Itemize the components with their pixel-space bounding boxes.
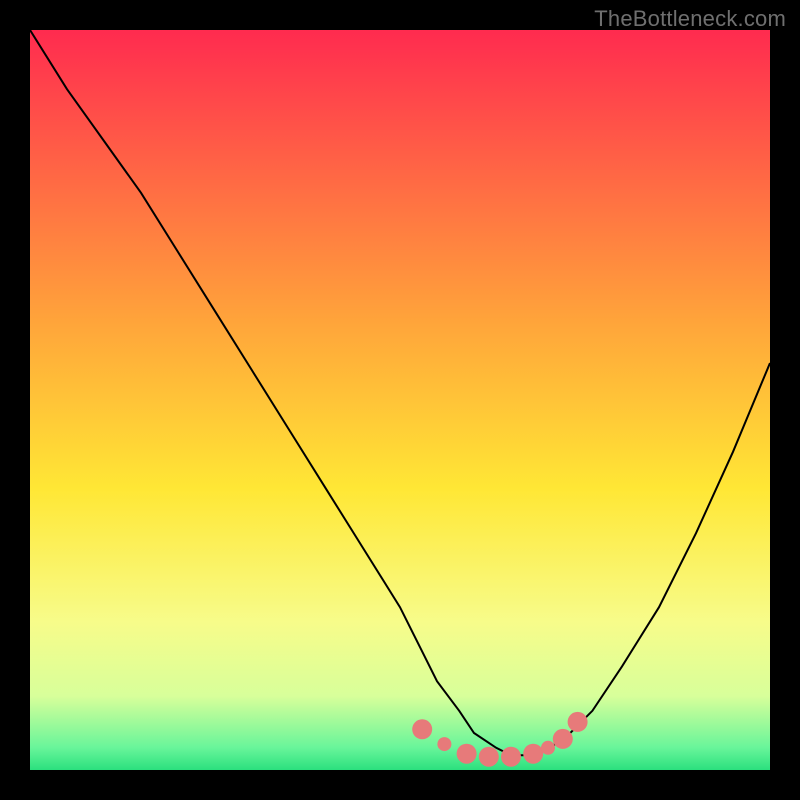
marker-dot bbox=[553, 729, 573, 749]
marker-dot bbox=[479, 747, 499, 767]
marker-dot bbox=[523, 744, 543, 764]
plot-area bbox=[30, 30, 770, 770]
marker-dot bbox=[568, 712, 588, 732]
chart-canvas bbox=[30, 30, 770, 770]
watermark-text: TheBottleneck.com bbox=[594, 6, 786, 32]
marker-dot bbox=[501, 747, 521, 767]
marker-dot bbox=[457, 744, 477, 764]
chart-frame: TheBottleneck.com bbox=[0, 0, 800, 800]
marker-dot bbox=[412, 719, 432, 739]
gradient-background bbox=[30, 30, 770, 770]
marker-dot bbox=[541, 741, 555, 755]
marker-dot bbox=[437, 737, 451, 751]
